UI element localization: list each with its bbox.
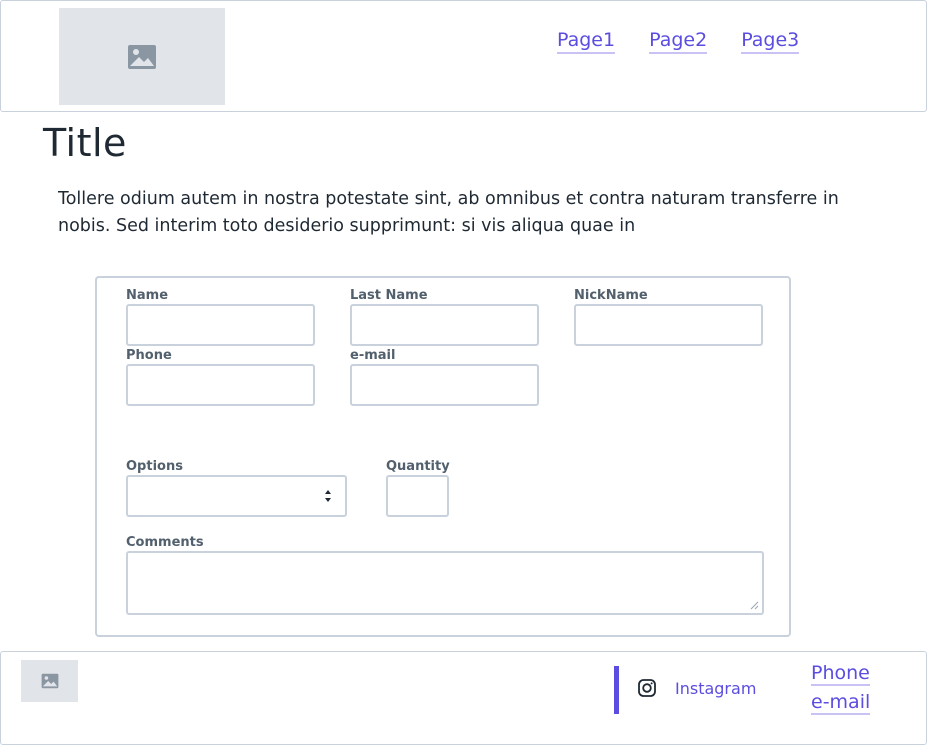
email-link[interactable]: e-mail	[811, 691, 871, 715]
site-header: Page1 Page2 Page3	[0, 0, 927, 112]
phone-field-group: Phone	[126, 348, 315, 406]
phone-label: Phone	[126, 348, 172, 363]
phone-input[interactable]	[126, 364, 315, 406]
nickname-label: NickName	[574, 288, 648, 303]
options-label: Options	[126, 459, 183, 474]
comments-label: Comments	[126, 535, 204, 550]
comments-textarea[interactable]	[126, 551, 764, 615]
instagram-label: Instagram	[675, 678, 757, 698]
image-placeholder-icon	[41, 673, 58, 689]
quantity-input[interactable]	[386, 475, 449, 517]
options-select[interactable]	[126, 475, 347, 517]
name-input[interactable]	[126, 304, 315, 346]
email-input[interactable]	[350, 364, 539, 406]
site-footer: Instagram Phone e-mail	[0, 651, 927, 745]
options-field-group: Options	[126, 459, 347, 517]
page: Page1 Page2 Page3 Title Tollere odium au…	[0, 0, 927, 745]
last-name-input[interactable]	[350, 304, 539, 346]
name-field-group: Name	[126, 288, 315, 346]
header-logo[interactable]	[59, 8, 225, 105]
intro-paragraph: Tollere odium autem in nostra potestate …	[58, 189, 839, 236]
phone-link[interactable]: Phone	[811, 662, 870, 686]
instagram-icon	[638, 679, 656, 697]
last-name-label: Last Name	[350, 288, 428, 303]
instagram-link[interactable]: Instagram	[637, 678, 756, 698]
resize-handle-icon[interactable]	[749, 600, 759, 610]
email-label: e-mail	[350, 348, 396, 363]
footer-divider	[614, 666, 619, 714]
nav-link-page1[interactable]: Page1	[557, 29, 616, 54]
nav-link-page2[interactable]: Page2	[649, 29, 708, 54]
quantity-label: Quantity	[386, 459, 450, 474]
name-label: Name	[126, 288, 169, 303]
nav-link-page3[interactable]: Page3	[741, 29, 800, 54]
image-placeholder-icon	[128, 44, 156, 69]
email-field-group: e-mail	[350, 348, 539, 406]
contact-form: Name Last Name NickName Phone e-mail Opt…	[95, 276, 791, 637]
select-arrows-icon	[325, 490, 331, 502]
nickname-input[interactable]	[574, 304, 763, 346]
footer-contact: Phone e-mail	[811, 662, 871, 715]
nickname-field-group: NickName	[574, 288, 763, 346]
footer-logo[interactable]	[21, 660, 78, 702]
quantity-field-group: Quantity	[386, 459, 450, 517]
main-nav: Page1 Page2 Page3	[557, 29, 800, 54]
comments-field-group: Comments	[126, 535, 764, 615]
page-title: Title	[43, 121, 127, 165]
last-name-field-group: Last Name	[350, 288, 539, 346]
